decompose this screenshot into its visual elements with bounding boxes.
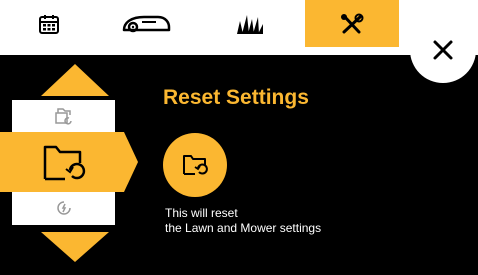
tab-lawn[interactable] — [194, 0, 305, 47]
close-button[interactable] — [410, 17, 476, 83]
tab-settings[interactable] — [305, 0, 399, 47]
description-line-2: the Lawn and Mower settings — [165, 221, 322, 235]
scroll-up-button[interactable] — [41, 64, 109, 96]
tab-mower[interactable] — [97, 0, 194, 47]
scroll-down-button[interactable] — [41, 232, 109, 262]
tools-icon — [341, 13, 364, 33]
menu-item-selected[interactable] — [0, 132, 138, 192]
close-icon — [433, 40, 453, 60]
mower-icon — [122, 15, 170, 32]
page-title: Reset Settings — [163, 86, 309, 109]
grass-icon — [236, 14, 263, 34]
description-line-1: This will reset — [165, 206, 238, 220]
menu-item-next[interactable] — [12, 192, 115, 224]
menu-item-previous[interactable] — [12, 100, 115, 132]
power-reset-icon — [56, 201, 71, 215]
calendar-icon — [38, 14, 59, 34]
settings-item-icon — [54, 108, 72, 125]
reset-settings-button[interactable] — [163, 133, 227, 197]
folder-reset-icon — [183, 155, 208, 175]
description: This will reset the Lawn and Mower setti… — [165, 206, 321, 236]
tab-calendar[interactable] — [0, 0, 97, 47]
